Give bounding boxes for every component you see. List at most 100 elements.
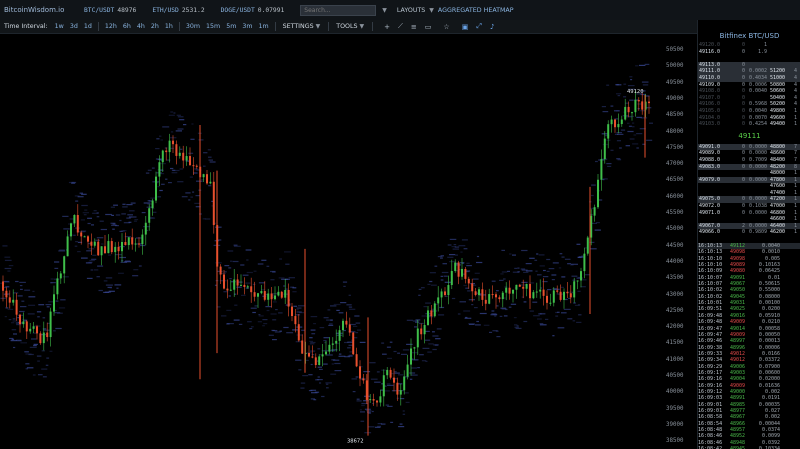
heatmap-cell bbox=[460, 251, 463, 253]
heatmap-cell bbox=[382, 353, 387, 355]
interval-1w[interactable]: 1w bbox=[52, 23, 67, 30]
heatmap-cell bbox=[619, 147, 622, 149]
ruler-icon[interactable]: ▭ bbox=[425, 23, 432, 31]
heatmap-cell bbox=[429, 272, 436, 274]
heatmap-cell bbox=[279, 258, 282, 260]
orderbook-row: 49104.0 0 0.0070 49600 1 bbox=[698, 115, 800, 122]
interval-1h[interactable]: 1h bbox=[162, 23, 176, 30]
ticker-item[interactable]: BTC/USDT 48976 bbox=[84, 7, 136, 14]
ob-price: 49120.0 bbox=[699, 42, 721, 48]
orderbook-row: 49072.0 0 0.1038 47000 1 bbox=[698, 203, 800, 210]
aggregated-heatmap-link[interactable]: AGGREGATED HEATMAP bbox=[438, 7, 514, 14]
candle-body bbox=[182, 152, 185, 161]
heatmap-cell bbox=[602, 111, 609, 113]
interval-4h[interactable]: 4h bbox=[134, 23, 148, 30]
heatmap-cell bbox=[539, 265, 545, 267]
ob-price: 49105.0 bbox=[699, 107, 721, 114]
candle-body bbox=[614, 119, 616, 128]
search-input[interactable] bbox=[300, 4, 377, 16]
camera-icon[interactable]: ▣ bbox=[462, 23, 469, 31]
heatmap-cell bbox=[8, 265, 14, 267]
heatmap-cell bbox=[338, 353, 342, 355]
interval-1m[interactable]: 1m bbox=[255, 23, 271, 30]
ob-level: 47000 bbox=[769, 203, 785, 210]
heatmap-cell bbox=[409, 378, 413, 380]
fullscreen-icon[interactable]: ⤢ bbox=[476, 22, 482, 31]
heatmap-cell bbox=[108, 254, 112, 256]
ob-count: 1 bbox=[793, 183, 797, 190]
ob-price: 49071.0 bbox=[699, 209, 721, 216]
heatmap-cell bbox=[229, 278, 232, 280]
candle-body bbox=[495, 294, 497, 298]
heatmap-cell bbox=[230, 260, 233, 262]
heatmap-cell bbox=[257, 321, 262, 323]
heatmap-cell bbox=[181, 196, 188, 198]
heatmap-cell bbox=[537, 318, 542, 320]
interval-1d[interactable]: 1d bbox=[81, 23, 95, 30]
settings-button[interactable]: SETTINGS bbox=[283, 23, 314, 30]
trendline-icon[interactable]: ⟋ bbox=[398, 22, 403, 31]
ob-amount bbox=[732, 183, 745, 190]
ticker-item[interactable]: ETH/USD 2531.2 bbox=[152, 7, 204, 14]
heatmap-cell bbox=[60, 299, 66, 301]
interval-5m[interactable]: 5m bbox=[223, 23, 239, 30]
chevron-down-icon[interactable]: ▼ bbox=[316, 23, 321, 30]
chevron-down-icon[interactable]: ▼ bbox=[382, 7, 387, 14]
ob-level: 51200 bbox=[769, 68, 785, 75]
candlestick-chart[interactable]: 49120 38672 bbox=[0, 34, 697, 449]
chevron-down-icon[interactable]: ▼ bbox=[360, 23, 365, 30]
heatmap-cell bbox=[468, 299, 475, 301]
heatmap-cell bbox=[576, 321, 582, 323]
heatmap-cell bbox=[203, 165, 206, 167]
ob-level: 46600 bbox=[769, 216, 785, 223]
candle-body bbox=[321, 354, 324, 357]
interval-12h[interactable]: 12h bbox=[102, 23, 120, 30]
candle-body bbox=[389, 369, 392, 378]
heatmap-cell bbox=[625, 102, 629, 104]
heatmap-cell bbox=[457, 313, 461, 315]
interval-6h[interactable]: 6h bbox=[120, 23, 134, 30]
heatmap-cell bbox=[25, 368, 28, 370]
heatmap-cell bbox=[545, 318, 549, 320]
interval-3d[interactable]: 3d bbox=[67, 23, 81, 30]
star-icon[interactable]: ☆ bbox=[443, 23, 449, 31]
heatmap-cell bbox=[512, 254, 516, 256]
heatmap-cell bbox=[105, 291, 112, 293]
heatmap-cell bbox=[101, 243, 104, 245]
heatmap-cell bbox=[126, 217, 131, 219]
interval-3m[interactable]: 3m bbox=[239, 23, 255, 30]
ob-count: 4 bbox=[793, 74, 797, 81]
interval-2h[interactable]: 2h bbox=[148, 23, 162, 30]
orderbook-row: 46600 1 bbox=[698, 216, 800, 223]
heatmap-cell bbox=[334, 370, 342, 372]
heatmap-cell bbox=[440, 257, 443, 259]
candle-body bbox=[138, 243, 140, 245]
layouts-button[interactable]: LAYOUTS bbox=[397, 7, 425, 14]
tools-button[interactable]: TOOLS bbox=[336, 23, 357, 30]
candle-body bbox=[420, 328, 423, 335]
candle-body bbox=[399, 390, 402, 395]
chevron-down-icon[interactable]: ▼ bbox=[429, 7, 434, 14]
candle-body bbox=[15, 299, 18, 315]
heatmap-cell bbox=[81, 193, 87, 195]
heatmap-cell bbox=[194, 202, 200, 204]
interval-30m[interactable]: 30m bbox=[183, 23, 203, 30]
heatmap-cell bbox=[4, 316, 7, 318]
interval-15m[interactable]: 15m bbox=[203, 23, 223, 30]
bell-icon[interactable]: ♪ bbox=[490, 23, 494, 31]
heatmap-cell bbox=[594, 229, 601, 231]
heatmap-cell bbox=[195, 195, 200, 197]
candle-body bbox=[423, 325, 426, 335]
site-logo[interactable]: BitcoinWisdom.io bbox=[4, 6, 68, 14]
heatmap-cell bbox=[27, 313, 35, 315]
heatmap-cell bbox=[330, 305, 337, 307]
crosshair-icon[interactable]: + bbox=[384, 23, 390, 31]
ticker-item[interactable]: DOGE/USDT 0.07991 bbox=[221, 7, 285, 14]
ob-count: 8 bbox=[793, 163, 797, 170]
heatmap-cell bbox=[466, 265, 472, 267]
heatmap-cell bbox=[474, 307, 478, 309]
heatmap-cell bbox=[73, 234, 76, 236]
fib-lines-icon[interactable]: ≡ bbox=[411, 23, 417, 31]
heatmap-cell bbox=[38, 374, 43, 376]
heatmap-cell bbox=[464, 317, 472, 319]
